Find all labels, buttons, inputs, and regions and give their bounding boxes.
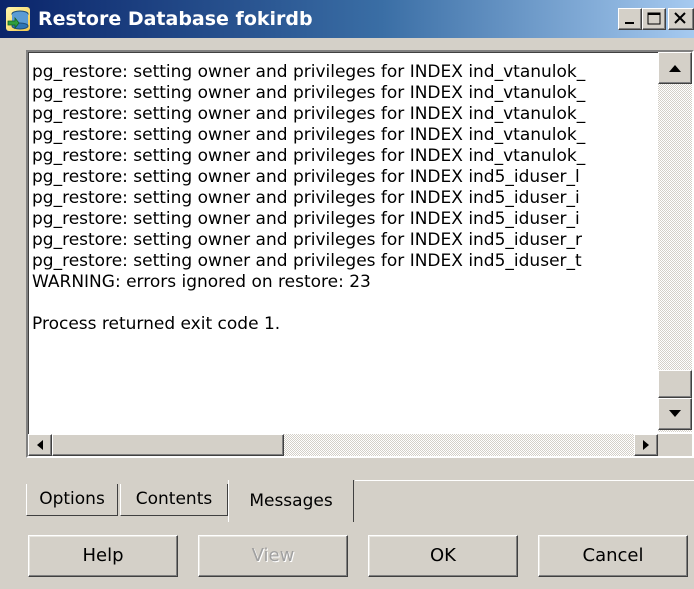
help-button[interactable]: Help (28, 535, 178, 577)
horizontal-scrollbar[interactable] (28, 434, 658, 456)
message-line: pg_restore: setting owner and privileges… (32, 167, 580, 187)
tab-contents[interactable]: Contents (120, 484, 228, 516)
view-button[interactable]: View (198, 535, 348, 577)
message-line: Process returned exit code 1. (32, 314, 281, 334)
scroll-right-button[interactable] (634, 434, 658, 456)
minimize-icon (625, 22, 634, 24)
message-line: pg_restore: setting owner and privileges… (32, 188, 580, 208)
scroll-left-button[interactable] (28, 434, 52, 456)
message-line: pg_restore: setting owner and privileges… (32, 146, 586, 166)
message-line: pg_restore: setting owner and privileges… (32, 104, 586, 124)
scroll-thumb[interactable] (658, 370, 692, 398)
arrow-right-icon (643, 440, 649, 450)
window-title: Restore Database fokirdb (38, 8, 313, 30)
tab-options[interactable]: Options (26, 484, 118, 516)
message-line: pg_restore: setting owner and privileges… (32, 251, 582, 271)
message-line: WARNING: errors ignored on restore: 23 (32, 272, 371, 292)
messages-text[interactable]: pg_restore: setting owner and privileges… (32, 62, 656, 434)
message-line: pg_restore: setting owner and privileges… (32, 209, 580, 229)
app-icon (6, 7, 30, 31)
title-bar[interactable]: Restore Database fokirdb (0, 0, 694, 38)
arrow-left-icon (37, 440, 43, 450)
vertical-scrollbar[interactable] (658, 52, 692, 432)
message-line: pg_restore: setting owner and privileges… (32, 83, 586, 103)
arrow-up-icon (669, 65, 681, 72)
hscroll-thumb[interactable] (52, 434, 284, 456)
messages-panel[interactable]: pg_restore: setting owner and privileges… (26, 50, 694, 458)
scrollbar-corner (658, 434, 692, 456)
maximize-button[interactable] (642, 8, 666, 30)
scroll-up-button[interactable] (658, 52, 692, 84)
cancel-button[interactable]: Cancel (538, 535, 688, 577)
close-button[interactable] (668, 8, 694, 30)
message-line (32, 293, 656, 314)
message-line: pg_restore: setting owner and privileges… (32, 125, 586, 145)
close-icon (674, 12, 686, 24)
tab-messages[interactable]: Messages (228, 480, 354, 522)
ok-button[interactable]: OK (368, 535, 518, 577)
maximize-icon (647, 12, 661, 25)
message-line: pg_restore: setting owner and privileges… (32, 62, 586, 82)
message-line: pg_restore: setting owner and privileges… (32, 230, 583, 250)
tab-strip-divider (355, 480, 694, 481)
scroll-down-button[interactable] (658, 398, 692, 430)
arrow-down-icon (669, 410, 681, 417)
minimize-button[interactable] (618, 8, 642, 30)
